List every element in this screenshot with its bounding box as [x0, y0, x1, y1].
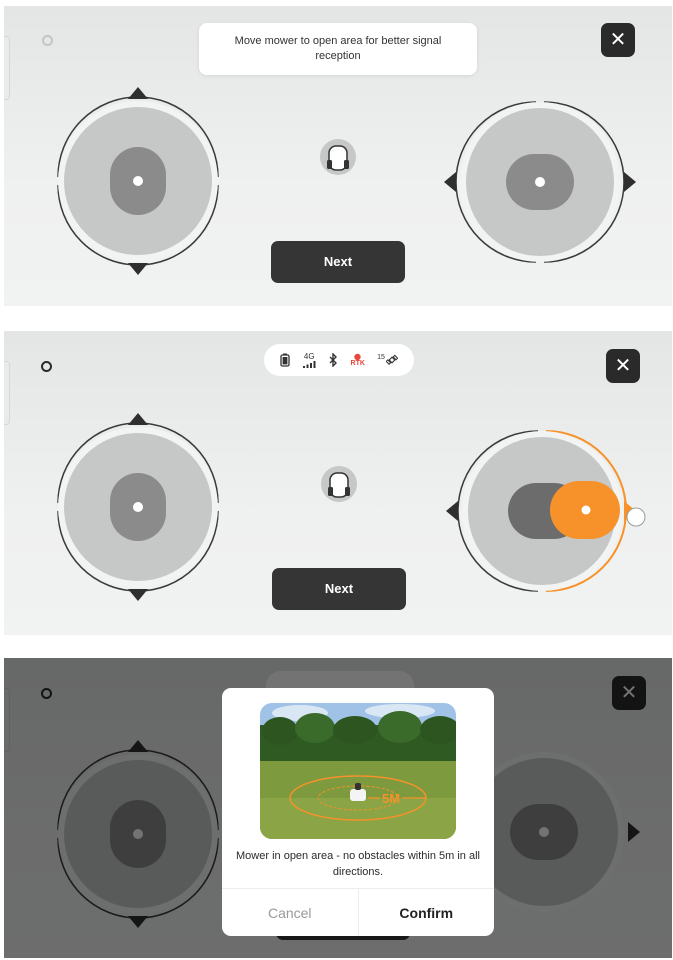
screen-2: 4G RTK 15 ✕ Next [4, 331, 672, 635]
confirm-button[interactable]: Confirm [359, 889, 495, 936]
arrow-left-icon [444, 172, 456, 192]
toast-text: Move mower to open area for better signa… [234, 35, 442, 62]
confirm-dialog: 5M Mower in open area - no obstacles wit… [222, 688, 494, 936]
arrow-down-icon [128, 589, 148, 601]
arrow-down-icon [128, 263, 148, 275]
close-icon: ✕ [614, 355, 632, 377]
open-area-photo: 5M [260, 703, 456, 839]
right-joystick-active[interactable] [442, 419, 662, 603]
status-bar: 4G RTK 15 [264, 344, 414, 376]
dialog-buttons: Cancel Confirm [222, 888, 494, 936]
screen-1: Move mower to open area for better signa… [4, 6, 672, 306]
mower-icon [320, 139, 356, 175]
network-4g-icon: 4G [302, 351, 316, 368]
left-joystick[interactable] [44, 409, 234, 605]
satellite-icon: 15 [377, 354, 398, 366]
battery-icon [280, 353, 290, 367]
mower-icon [321, 466, 357, 502]
distance-label: 5M [382, 791, 400, 806]
close-icon: ✕ [609, 29, 627, 51]
edge-handle[interactable] [4, 36, 10, 100]
next-button[interactable]: Next [272, 568, 406, 610]
edge-handle[interactable] [4, 361, 10, 425]
right-joystick[interactable] [440, 90, 640, 270]
status-indicator [42, 35, 53, 46]
left-joystick[interactable] [44, 83, 234, 279]
signal-toast: Move mower to open area for better signa… [199, 23, 477, 75]
screen-3: ✕ [4, 658, 672, 958]
close-button[interactable]: ✕ [606, 349, 640, 383]
status-indicator [41, 361, 52, 372]
next-label: Next [324, 581, 354, 596]
cancel-button[interactable]: Cancel [222, 889, 359, 936]
bluetooth-icon [328, 353, 338, 367]
rtk-icon: RTK [351, 353, 365, 367]
next-label: Next [323, 254, 353, 269]
close-button[interactable]: ✕ [601, 23, 635, 57]
dialog-message: Mower in open area - no obstacles within… [236, 850, 480, 878]
arrow-up-icon [128, 87, 148, 99]
arrow-up-icon [128, 413, 148, 425]
arrow-right-icon [624, 172, 636, 192]
next-button[interactable]: Next [271, 241, 405, 283]
network-label: 4G [303, 351, 315, 361]
rtk-label: RTK [350, 360, 365, 367]
satellite-count: 15 [377, 354, 385, 361]
arrow-left-icon [446, 501, 458, 521]
